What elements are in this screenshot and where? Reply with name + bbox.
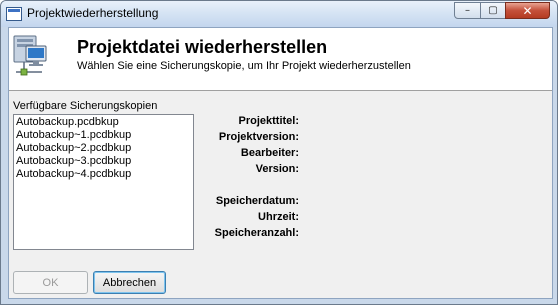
- header-panel: Projektdatei wiederherstellen Wählen Sie…: [9, 28, 552, 91]
- editor-label: Bearbeiter:: [240, 147, 299, 159]
- window-title: Projektwiederherstellung: [27, 6, 159, 20]
- ok-button[interactable]: OK: [13, 271, 88, 294]
- backup-details: Projekttitel: Projektversion: Bearbeiter…: [195, 113, 299, 241]
- dialog-window: Projektwiederherstellung – ▢ ✕ Projektda…: [0, 0, 558, 305]
- computer-network-icon: [13, 35, 47, 76]
- list-item[interactable]: Autobackup~2.pcdbkup: [16, 142, 191, 155]
- maximize-button[interactable]: ▢: [480, 2, 506, 19]
- save-count-label: Speicheranzahl:: [214, 227, 299, 239]
- dialog-content: Projektdatei wiederherstellen Wählen Sie…: [8, 27, 553, 299]
- list-item[interactable]: Autobackup~4.pcdbkup: [16, 168, 191, 181]
- backup-list[interactable]: Autobackup.pcdbkup Autobackup~1.pcdbkup …: [13, 114, 194, 250]
- minimize-button[interactable]: –: [454, 2, 481, 19]
- list-item[interactable]: Autobackup.pcdbkup: [16, 116, 191, 129]
- page-title: Projektdatei wiederherstellen: [77, 37, 328, 57]
- project-version-label: Projektversion:: [218, 131, 299, 143]
- cancel-button[interactable]: Abbrechen: [93, 271, 166, 294]
- details-spacer: [195, 177, 299, 193]
- backup-list-label: Verfügbare Sicherungskopien: [13, 100, 158, 112]
- page-subtitle: Wählen Sie eine Sicherungskopie, um Ihr …: [77, 60, 411, 72]
- save-date-label: Speicherdatum:: [215, 195, 299, 207]
- title-bar[interactable]: Projektwiederherstellung – ▢ ✕: [1, 1, 557, 27]
- list-item[interactable]: Autobackup~3.pcdbkup: [16, 155, 191, 168]
- application-icon: [6, 7, 22, 21]
- close-button[interactable]: ✕: [505, 2, 550, 19]
- version-label: Version:: [255, 163, 299, 175]
- list-item[interactable]: Autobackup~1.pcdbkup: [16, 129, 191, 142]
- project-title-label: Projekttitel:: [238, 115, 299, 127]
- time-label: Uhrzeit:: [258, 211, 299, 223]
